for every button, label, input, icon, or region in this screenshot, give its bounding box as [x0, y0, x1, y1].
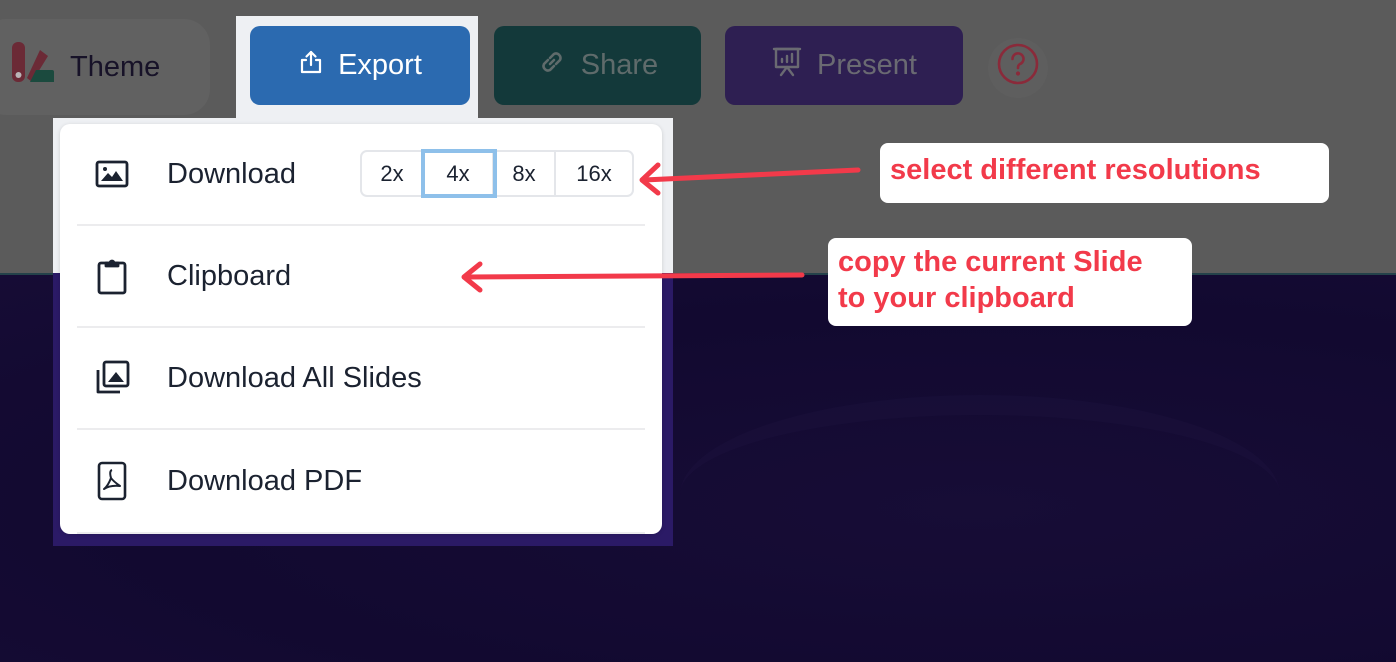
- resolution-2x-button[interactable]: 2x: [362, 152, 424, 195]
- share-button-label: Share: [580, 49, 659, 81]
- slide-decoration: [680, 395, 1280, 595]
- resolution-label: 2x: [380, 160, 404, 186]
- image-icon: [94, 156, 130, 192]
- annotation-clipboard: copy the current Slide to your clipboard: [828, 238, 1192, 326]
- theme-button-label: Theme: [70, 50, 161, 83]
- question-circle-icon: [996, 42, 1040, 94]
- menu-item-label: Clipboard: [167, 259, 292, 292]
- menu-item-label: Download PDF: [167, 464, 363, 497]
- resolution-8x-button[interactable]: 8x: [494, 152, 556, 195]
- resolution-label: 4x: [446, 160, 470, 186]
- menu-item-download[interactable]: Download 2x 4x 8x 16x: [77, 124, 645, 226]
- menu-item-download-all-slides[interactable]: Download All Slides: [77, 328, 645, 430]
- menu-item-label: Download All Slides: [167, 361, 422, 394]
- annotation-arrow-resolutions: [639, 162, 861, 196]
- theme-button[interactable]: Theme: [0, 19, 210, 115]
- resolution-label: 16x: [576, 160, 612, 186]
- help-button[interactable]: [988, 38, 1048, 98]
- annotation-text-line2: to your clipboard: [838, 282, 1075, 314]
- present-button-label: Present: [817, 49, 917, 81]
- clipboard-icon: [94, 258, 130, 295]
- annotation-text-line1: copy the current Slide: [838, 246, 1143, 278]
- resolution-selector: 2x 4x 8x 16x: [360, 149, 634, 198]
- pdf-file-icon: [94, 461, 130, 501]
- export-dropdown-menu: Download 2x 4x 8x 16x Clipboard Download…: [60, 124, 662, 534]
- annotation-resolutions: select different resolutions: [880, 143, 1329, 203]
- menu-item-download-pdf[interactable]: Download PDF: [77, 430, 645, 534]
- resolution-4x-button[interactable]: 4x: [421, 149, 497, 198]
- menu-item-label: Download: [167, 157, 296, 190]
- present-button[interactable]: Present: [725, 26, 963, 105]
- images-stack-icon: [94, 360, 130, 396]
- presentation-board-icon: [771, 46, 803, 86]
- share-button[interactable]: Share: [494, 26, 701, 105]
- annotation-arrow-clipboard: [461, 261, 805, 293]
- palette-icon: [10, 40, 56, 94]
- link-icon: [537, 47, 567, 85]
- export-button[interactable]: Export: [250, 26, 470, 105]
- annotation-text: select different resolutions: [890, 154, 1261, 186]
- export-button-label: Export: [338, 49, 422, 81]
- resolution-16x-button[interactable]: 16x: [556, 152, 632, 195]
- share-upload-icon: [298, 49, 324, 83]
- resolution-label: 8x: [512, 160, 536, 186]
